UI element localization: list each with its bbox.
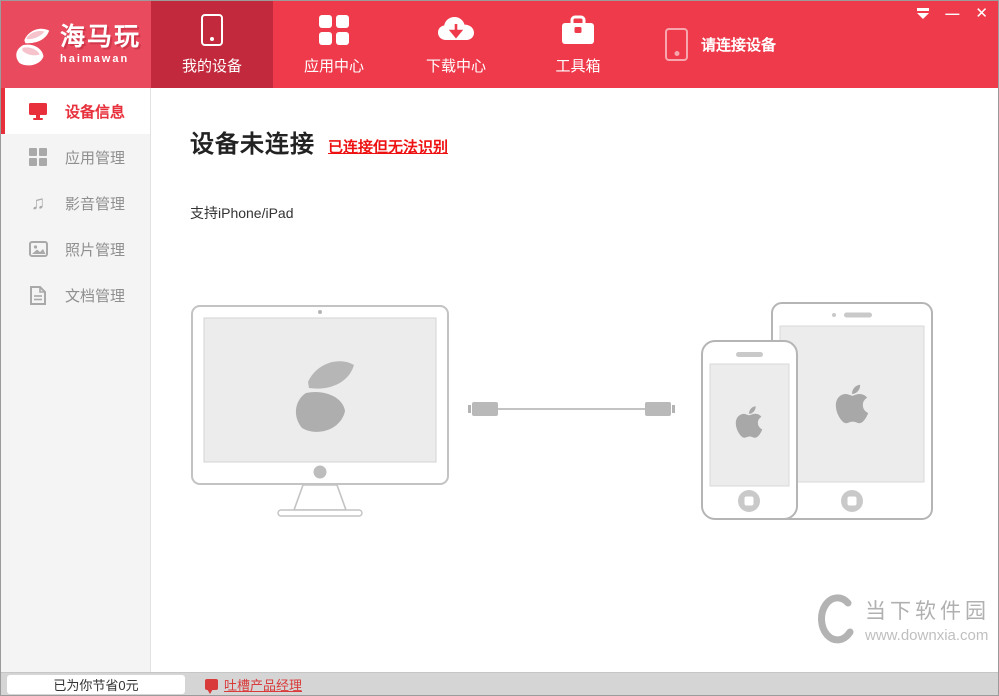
main-content: 设备未连接 已连接但无法识别 支持iPhone/iPad <box>152 88 999 674</box>
sidebar-item-device-info[interactable]: 设备信息 <box>1 88 150 134</box>
close-button[interactable]: ✕ <box>975 6 988 20</box>
sidebar-item-doc-manage[interactable]: 文档管理 <box>1 272 150 318</box>
page-title: 设备未连接 <box>190 124 315 159</box>
tab-toolbox[interactable]: 工具箱 <box>517 1 639 88</box>
photo-icon <box>28 239 48 259</box>
logo-title: 海马玩 <box>60 25 141 50</box>
monitor-icon <box>28 101 48 121</box>
sidebar-item-app-manage[interactable]: 应用管理 <box>1 134 150 180</box>
tab-app-center[interactable]: 应用中心 <box>273 1 395 88</box>
connected-not-recognized-link[interactable]: 已连接但无法识别 <box>328 136 448 157</box>
computer-outline <box>192 306 448 516</box>
feedback-link[interactable]: 吐槽产品经理 <box>224 675 302 694</box>
tab-download-center[interactable]: 下载中心 <box>395 1 517 88</box>
connect-devices-illustration <box>190 294 938 528</box>
watermark: 当下软件园 www.downxia.com <box>815 591 990 647</box>
sidebar-item-media-manage[interactable]: ♫ 影音管理 <box>1 180 150 226</box>
apps-icon <box>28 147 48 167</box>
music-icon: ♫ <box>28 193 48 213</box>
main-nav: 我的设备 应用中心 下载中心 <box>151 1 639 88</box>
app-grid-icon <box>319 14 349 46</box>
downxia-logo-icon <box>815 591 857 647</box>
sidebar-item-photo-manage[interactable]: 照片管理 <box>1 226 150 272</box>
device-connect-status: 请连接设备 <box>665 1 776 88</box>
header: 海马玩 haimawan 我的设备 应用中心 <box>1 1 998 88</box>
sidebar: 设备信息 应用管理 ♫ 影音管理 照片管理 <box>1 88 151 674</box>
watermark-site: 当下软件园 <box>865 595 990 625</box>
iphone-outline <box>702 341 797 519</box>
savings-badge: 已为你节省0元 <box>7 675 185 694</box>
phone-icon <box>201 14 223 46</box>
connect-status-label: 请连接设备 <box>701 34 776 55</box>
skin-menu-icon <box>917 8 929 19</box>
tab-my-device[interactable]: 我的设备 <box>151 1 273 88</box>
minimize-button[interactable]: — <box>945 6 959 20</box>
window-controls: — ✕ <box>917 6 988 20</box>
feedback-link-row[interactable]: 吐槽产品经理 <box>205 675 302 694</box>
app-logo: 海马玩 haimawan <box>1 1 151 88</box>
toolbox-icon <box>561 14 595 46</box>
menu-button[interactable] <box>917 6 929 20</box>
haimawan-shell-icon <box>11 23 53 67</box>
cloud-download-icon <box>437 14 475 46</box>
watermark-url: www.downxia.com <box>865 627 990 644</box>
support-text: 支持iPhone/iPad <box>190 203 999 223</box>
status-bar: 已为你节省0元 吐槽产品经理 <box>1 672 998 695</box>
usb-cable <box>468 402 675 416</box>
speech-bubble-icon <box>205 679 218 690</box>
document-icon <box>28 285 48 305</box>
logo-subtitle: haimawan <box>60 54 141 65</box>
phone-outline-icon <box>665 28 688 61</box>
app-window: 海马玩 haimawan 我的设备 应用中心 <box>0 0 999 696</box>
